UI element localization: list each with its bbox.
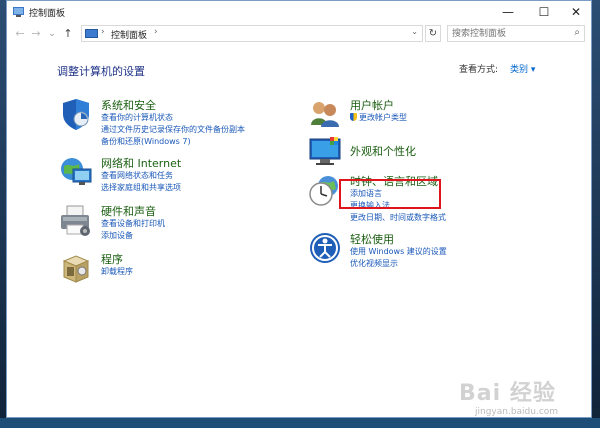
network-globe-icon[interactable] bbox=[59, 155, 93, 189]
category-title-network-internet[interactable]: 网络和 Internet bbox=[101, 155, 181, 171]
link-view-computer-status[interactable]: 查看你的计算机状态 bbox=[101, 112, 173, 123]
shield-icon[interactable] bbox=[59, 97, 93, 131]
category-title-ease-of-access[interactable]: 轻松使用 bbox=[350, 231, 394, 247]
control-panel-window: 控制面板 — ☐ ✕ ← → ⌄ ↑ › 控制面板 › ⌄ ↻ ⌕ 调整计算机的… bbox=[6, 0, 592, 418]
ease-of-access-icon[interactable] bbox=[308, 231, 342, 265]
baidu-watermark-logo: Bai 经验 bbox=[459, 381, 556, 406]
link-change-date-time-format[interactable]: 更改日期、时间或数字格式 bbox=[350, 212, 446, 223]
address-path-segment[interactable]: 控制面板 bbox=[111, 28, 147, 41]
link-devices-printers[interactable]: 查看设备和打印机 bbox=[101, 218, 165, 229]
view-by-dropdown[interactable]: 类别 ▾ bbox=[510, 62, 535, 75]
close-button[interactable]: ✕ bbox=[559, 1, 593, 23]
printer-icon[interactable] bbox=[59, 203, 93, 237]
link-homegroup-sharing[interactable]: 选择家庭组和共享选项 bbox=[101, 182, 181, 193]
link-windows-suggested-settings[interactable]: 使用 Windows 建议的设置 bbox=[350, 246, 447, 257]
link-uninstall-program[interactable]: 卸载程序 bbox=[101, 266, 133, 277]
window-title: 控制面板 bbox=[29, 9, 66, 19]
link-backup-restore[interactable]: 备份和还原(Windows 7) bbox=[101, 136, 191, 147]
link-add-device[interactable]: 添加设备 bbox=[101, 230, 133, 241]
navigation-bar: ← → ⌄ ↑ › 控制面板 › ⌄ ↻ ⌕ bbox=[7, 23, 591, 45]
address-separator-chevron-icon[interactable]: › bbox=[101, 27, 105, 37]
control-panel-folder-icon bbox=[85, 29, 98, 38]
desktop-taskbar-edge bbox=[0, 418, 600, 428]
search-icon[interactable]: ⌕ bbox=[574, 27, 580, 38]
category-title-appearance[interactable]: 外观和个性化 bbox=[350, 143, 416, 159]
link-network-status[interactable]: 查看网络状态和任务 bbox=[101, 170, 173, 181]
address-bar[interactable]: › 控制面板 › ⌄ bbox=[81, 25, 423, 42]
view-by-label: 查看方式: bbox=[459, 65, 499, 75]
search-box[interactable]: ⌕ bbox=[447, 25, 585, 42]
control-panel-app-icon bbox=[13, 7, 24, 17]
forward-arrow-icon[interactable]: → bbox=[29, 26, 43, 42]
clock-globe-icon[interactable] bbox=[308, 173, 342, 207]
back-arrow-icon[interactable]: ← bbox=[13, 26, 27, 42]
desktop-background-right bbox=[592, 0, 600, 428]
address-dropdown-chevron-icon[interactable]: ⌄ bbox=[411, 27, 418, 36]
page-heading: 调整计算机的设置 bbox=[57, 65, 145, 78]
link-file-history-backup[interactable]: 通过文件历史记录保存你的文件备份副本 bbox=[101, 124, 245, 135]
search-input[interactable] bbox=[452, 27, 568, 40]
maximize-button[interactable]: ☐ bbox=[527, 1, 561, 23]
user-accounts-icon[interactable] bbox=[308, 97, 342, 131]
baidu-watermark-url: jingyan.baidu.com bbox=[475, 407, 559, 417]
uac-shield-icon bbox=[350, 113, 357, 121]
programs-box-icon[interactable] bbox=[59, 251, 93, 285]
title-bar: 控制面板 — ☐ ✕ bbox=[7, 1, 591, 23]
category-title-system-security[interactable]: 系统和安全 bbox=[101, 97, 156, 113]
up-arrow-icon[interactable]: ↑ bbox=[61, 26, 75, 42]
category-title-user-accounts[interactable]: 用户帐户 bbox=[350, 97, 394, 113]
baidu-watermark: Bai 经验 jingyan.baidu.com bbox=[459, 375, 569, 423]
link-change-account-type-label[interactable]: 更改帐户类型 bbox=[359, 113, 407, 122]
address-separator-chevron-icon[interactable]: › bbox=[154, 27, 158, 37]
appearance-monitor-icon[interactable] bbox=[308, 135, 342, 169]
category-title-hardware-sound[interactable]: 硬件和声音 bbox=[101, 203, 156, 219]
link-change-account-type[interactable]: 更改帐户类型 bbox=[350, 112, 407, 123]
annotation-highlight-box bbox=[339, 179, 441, 209]
category-title-programs[interactable]: 程序 bbox=[101, 251, 123, 267]
main-content: 调整计算机的设置 查看方式: 类别 ▾ 系统和安全 查看你的计算机状态 通过文件… bbox=[7, 45, 591, 417]
recent-locations-chevron-icon[interactable]: ⌄ bbox=[45, 26, 59, 42]
link-optimize-visual-display[interactable]: 优化视频显示 bbox=[350, 258, 398, 269]
refresh-icon[interactable]: ↻ bbox=[425, 25, 441, 42]
minimize-button[interactable]: — bbox=[491, 1, 525, 23]
